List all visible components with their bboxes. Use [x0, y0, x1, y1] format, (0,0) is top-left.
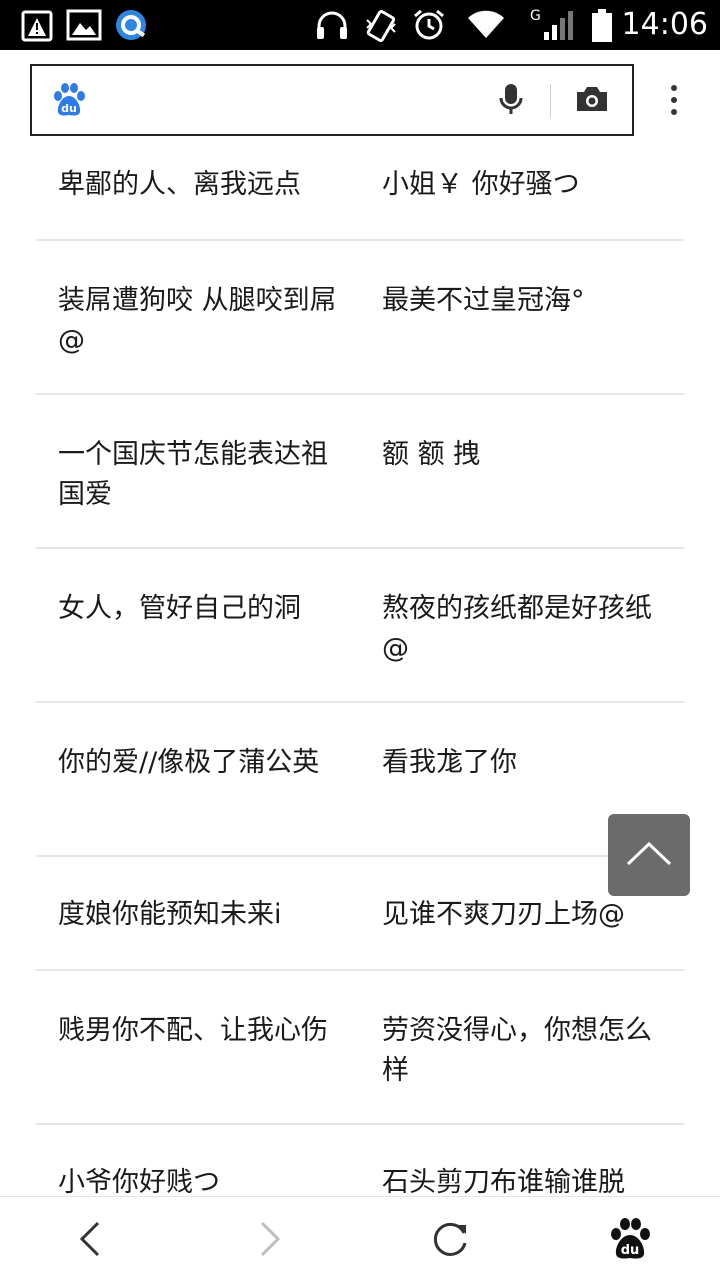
camera-icon[interactable] — [574, 84, 610, 114]
search-input[interactable] — [100, 76, 500, 124]
vibrate-icon — [366, 9, 396, 43]
chevron-right-icon[interactable] — [248, 1217, 292, 1261]
list-item[interactable]: 卑鄙的人、离我远点 — [58, 165, 348, 205]
more-vertical-icon[interactable] — [660, 80, 688, 120]
status-clock: 14:06 — [621, 7, 708, 42]
alarm-icon — [414, 9, 444, 40]
list-item[interactable]: 石头剪刀布谁输谁脱 — [382, 1163, 672, 1196]
list-item[interactable]: 额 额 拽 — [382, 435, 672, 475]
table-row: 你的爱//像极了蒲公英 看我尨了你 — [36, 703, 684, 857]
table-row: 一个国庆节怎能表达祖国爱 额 额 拽 — [36, 395, 684, 549]
suggestion-list: 卑鄙的人、离我远点 小姐￥ 你好骚つ 装屌遭狗咬 从腿咬到屌@ 最美不过皇冠海°… — [36, 136, 684, 1196]
chevron-up-icon — [626, 841, 672, 866]
baidu-paw-icon[interactable]: du — [608, 1217, 652, 1261]
list-item[interactable]: 贱男你不配、让我心伤 — [58, 1011, 348, 1051]
status-bar: G 14:06 — [0, 0, 720, 50]
search-box[interactable]: du — [30, 64, 634, 136]
table-row: 贱男你不配、让我心伤 劳资没得心，你想怎么样 — [36, 971, 684, 1125]
list-item[interactable]: 女人，管好自己的洞 — [58, 589, 348, 629]
wifi-icon — [468, 10, 504, 38]
back-to-top-button[interactable] — [608, 814, 690, 896]
list-item[interactable]: 劳资没得心，你想怎么样 — [382, 1011, 672, 1091]
table-row: 女人，管好自己的洞 熬夜的孩纸都是好孩纸@ — [36, 549, 684, 703]
list-item[interactable]: 一个国庆节怎能表达祖国爱 — [58, 435, 348, 515]
list-item[interactable]: 看我尨了你 — [382, 743, 672, 783]
search-divider — [550, 84, 551, 118]
baidu-paw-icon: du — [54, 83, 85, 116]
list-item[interactable]: 度娘你能预知未来i — [58, 895, 348, 935]
table-row: 小爷你好贱つ 石头剪刀布谁输谁脱 — [36, 1125, 684, 1196]
svg-text:du: du — [621, 1243, 640, 1258]
table-row: 度娘你能预知未来i 见谁不爽刀刃上场@ — [36, 857, 684, 971]
browser-app-icon — [116, 10, 146, 40]
headphones-icon — [317, 11, 347, 39]
list-item[interactable]: 见谁不爽刀刃上场@ — [382, 895, 672, 935]
list-item[interactable]: 装屌遭狗咬 从腿咬到屌@ — [58, 281, 348, 361]
refresh-icon[interactable] — [428, 1217, 472, 1261]
svg-text:du: du — [61, 102, 77, 115]
list-item[interactable]: 小姐￥ 你好骚つ — [382, 165, 672, 205]
list-item[interactable]: 熬夜的孩纸都是好孩纸@ — [382, 589, 672, 669]
table-row: 装屌遭狗咬 从腿咬到屌@ 最美不过皇冠海° — [36, 241, 684, 395]
microphone-icon[interactable] — [498, 82, 524, 116]
table-row: 卑鄙的人、离我远点 小姐￥ 你好骚つ — [36, 136, 684, 241]
chevron-left-icon[interactable] — [68, 1217, 112, 1261]
warning-upload-icon — [21, 10, 53, 42]
battery-icon — [592, 9, 612, 42]
bottom-nav: du — [0, 1196, 720, 1280]
image-icon — [66, 9, 102, 41]
list-item[interactable]: 小爷你好贱つ — [58, 1163, 348, 1196]
list-item[interactable]: 最美不过皇冠海° — [382, 281, 672, 321]
list-item[interactable]: 你的爱//像极了蒲公英 — [58, 743, 348, 783]
signal-icon — [544, 11, 573, 40]
